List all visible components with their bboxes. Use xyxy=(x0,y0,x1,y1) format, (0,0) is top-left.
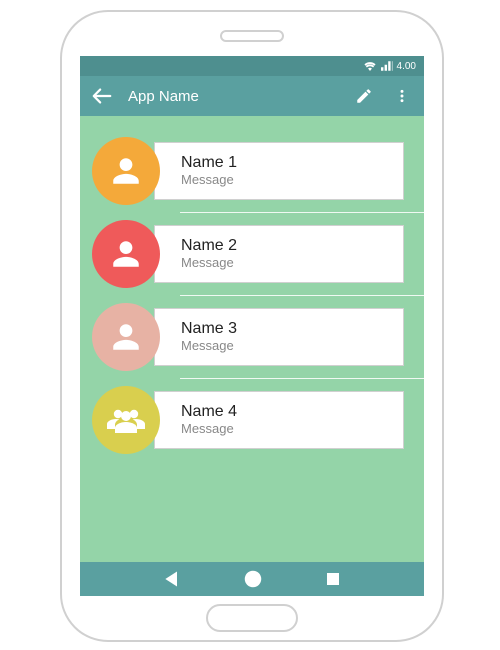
row-separator xyxy=(180,295,424,296)
phone-home-button xyxy=(206,604,298,632)
system-nav-bar xyxy=(80,562,424,596)
clock-text: 4.00 xyxy=(397,61,416,72)
row-separator xyxy=(180,378,424,379)
app-bar: App Name xyxy=(80,76,424,116)
contact-name: Name 3 xyxy=(181,320,403,338)
overflow-menu-icon[interactable] xyxy=(390,84,414,108)
contact-message: Message xyxy=(181,256,403,271)
contact-row[interactable]: Name 1Message xyxy=(80,134,424,208)
contact-card: Name 4Message xyxy=(154,391,404,449)
contact-row[interactable]: Name 4Message xyxy=(80,383,424,457)
person-avatar-icon xyxy=(92,303,160,371)
person-avatar-icon xyxy=(92,137,160,205)
nav-recent-icon[interactable] xyxy=(324,570,342,588)
contact-name: Name 4 xyxy=(181,403,403,421)
contact-message: Message xyxy=(181,173,403,188)
nav-home-icon[interactable] xyxy=(242,568,264,590)
contact-message: Message xyxy=(181,422,403,437)
phone-speaker xyxy=(220,30,284,42)
contact-name: Name 2 xyxy=(181,237,403,255)
phone-frame: 4.00 App Name Name 1MessageName 2Message… xyxy=(60,10,444,642)
contact-name: Name 1 xyxy=(181,154,403,172)
contact-card: Name 3Message xyxy=(154,308,404,366)
nav-back-icon[interactable] xyxy=(162,569,182,589)
row-separator xyxy=(180,212,424,213)
contact-row[interactable]: Name 2Message xyxy=(80,217,424,291)
contact-row[interactable]: Name 3Message xyxy=(80,300,424,374)
edit-icon[interactable] xyxy=(352,84,376,108)
status-bar: 4.00 xyxy=(80,56,424,76)
app-title: App Name xyxy=(128,88,338,105)
wifi-icon xyxy=(363,61,377,71)
signal-icon xyxy=(381,61,393,71)
contact-list: Name 1MessageName 2MessageName 3MessageN… xyxy=(80,116,424,457)
contact-card: Name 2Message xyxy=(154,225,404,283)
group-avatar-icon xyxy=(92,386,160,454)
screen: 4.00 App Name Name 1MessageName 2Message… xyxy=(80,56,424,596)
contact-card: Name 1Message xyxy=(154,142,404,200)
contact-message: Message xyxy=(181,339,403,354)
person-avatar-icon xyxy=(92,220,160,288)
back-icon[interactable] xyxy=(90,84,114,108)
